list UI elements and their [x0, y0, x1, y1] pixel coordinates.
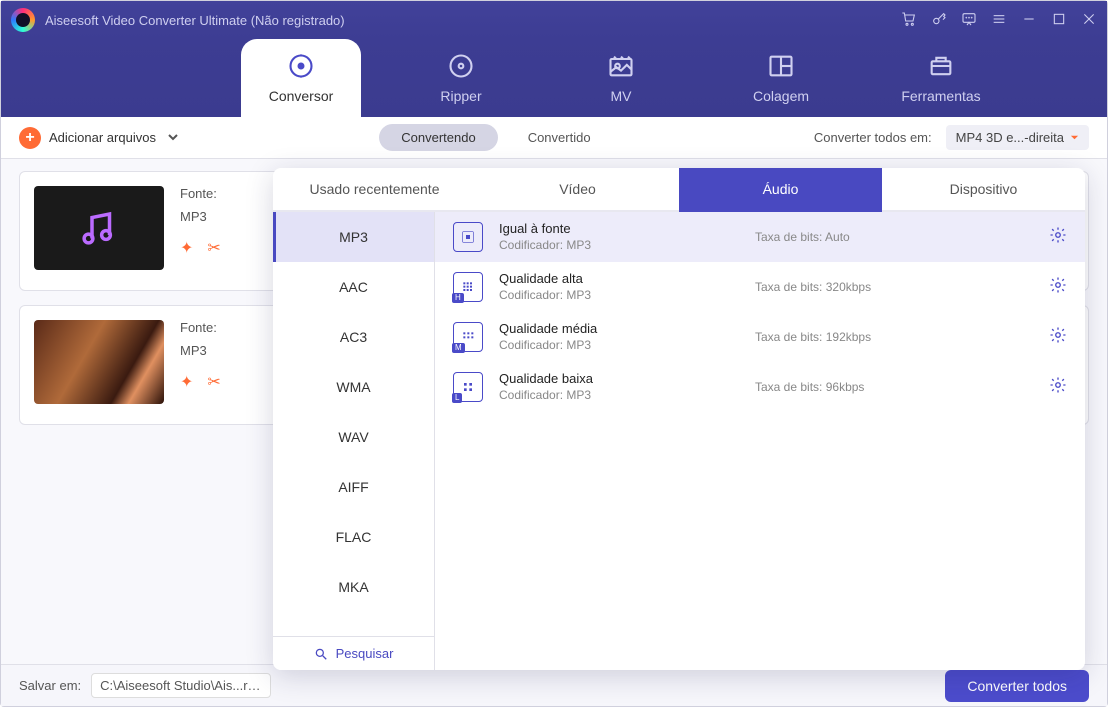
- sidebar-item-ac3[interactable]: AC3: [273, 312, 434, 362]
- chevron-down-icon: [1070, 130, 1079, 145]
- key-icon[interactable]: [931, 11, 947, 30]
- cut-icon[interactable]: ✂: [207, 238, 220, 258]
- sidebar-item-flac[interactable]: FLAC: [273, 512, 434, 562]
- popup-tab-video[interactable]: Vídeo: [476, 168, 679, 210]
- save-path-input[interactable]: C:\Aiseesoft Studio\Ais...rter: [91, 673, 271, 698]
- sidebar-item-wav[interactable]: WAV: [273, 412, 434, 462]
- nav-tab-collage[interactable]: Colagem: [721, 39, 841, 117]
- gear-icon[interactable]: [1049, 276, 1067, 297]
- status-filter: Convertendo Convertido: [375, 124, 616, 151]
- nav-tab-converter[interactable]: Conversor: [241, 39, 361, 117]
- nav-tab-mv[interactable]: MV: [561, 39, 681, 117]
- preset-icon: H: [453, 272, 483, 302]
- preset-row[interactable]: M Qualidade média Codificador: MP3 Taxa …: [435, 312, 1085, 362]
- add-files-label: Adicionar arquivos: [49, 130, 156, 145]
- bottom-bar: Salvar em: C:\Aiseesoft Studio\Ais...rte…: [1, 664, 1107, 706]
- menu-icon[interactable]: [991, 11, 1007, 30]
- minimize-button[interactable]: [1021, 11, 1037, 30]
- gear-icon[interactable]: [1049, 226, 1067, 247]
- cut-icon[interactable]: ✂: [207, 372, 220, 392]
- popup-tab-device[interactable]: Dispositivo: [882, 168, 1085, 210]
- save-in-label: Salvar em:: [19, 678, 81, 693]
- preset-row[interactable]: H Qualidade alta Codificador: MP3 Taxa d…: [435, 262, 1085, 312]
- feedback-icon[interactable]: [961, 11, 977, 30]
- nav-tab-label: Ferramentas: [901, 88, 980, 104]
- nav-tab-tools[interactable]: Ferramentas: [881, 39, 1001, 117]
- format-sidebar: MP3 AAC AC3 WMA WAV AIFF FLAC MKA Pesqui…: [273, 212, 435, 670]
- sidebar-item-wma[interactable]: WMA: [273, 362, 434, 412]
- output-format-select[interactable]: MP4 3D e...-direita: [946, 125, 1089, 150]
- sidebar-item-mp3[interactable]: MP3: [273, 212, 434, 262]
- preset-icon: L: [453, 372, 483, 402]
- toolbar: + Adicionar arquivos Convertendo Convert…: [1, 117, 1107, 159]
- add-files-button[interactable]: + Adicionar arquivos: [19, 127, 178, 149]
- titlebar: Aiseesoft Video Converter Ultimate (Não …: [1, 1, 1107, 39]
- gear-icon[interactable]: [1049, 326, 1067, 347]
- item-format: MP3: [180, 209, 207, 224]
- search-button[interactable]: Pesquisar: [273, 636, 434, 670]
- format-popup: Usado recentemente Vídeo Áudio Dispositi…: [273, 168, 1085, 670]
- thumbnail-audio-icon: [34, 186, 164, 270]
- gear-icon[interactable]: [1049, 376, 1067, 397]
- preset-title: Qualidade alta: [499, 271, 739, 286]
- main-nav: Conversor Ripper MV Colagem Ferramentas: [1, 39, 1107, 117]
- search-label: Pesquisar: [336, 646, 394, 661]
- output-format-value: MP4 3D e...-direita: [956, 130, 1064, 145]
- convert-all-in: Converter todos em: MP4 3D e...-direita: [814, 125, 1089, 150]
- maximize-button[interactable]: [1051, 11, 1067, 30]
- convert-all-button[interactable]: Converter todos: [945, 670, 1089, 702]
- effect-icon[interactable]: ✦: [180, 238, 193, 258]
- chevron-down-icon[interactable]: [168, 130, 178, 145]
- close-button[interactable]: [1081, 11, 1097, 30]
- nav-tab-label: MV: [611, 88, 632, 104]
- source-label: Fonte:: [180, 186, 217, 201]
- preset-title: Qualidade média: [499, 321, 739, 336]
- popup-tabs: Usado recentemente Vídeo Áudio Dispositi…: [273, 168, 1085, 212]
- sidebar-item-aac[interactable]: AAC: [273, 262, 434, 312]
- item-format: MP3: [180, 343, 207, 358]
- app-window: Aiseesoft Video Converter Ultimate (Não …: [0, 0, 1108, 707]
- nav-tab-ripper[interactable]: Ripper: [401, 39, 521, 117]
- pill-converted[interactable]: Convertido: [506, 124, 613, 151]
- thumbnail-video: [34, 320, 164, 404]
- app-logo-icon: [11, 8, 35, 32]
- effect-icon[interactable]: ✦: [180, 372, 193, 392]
- preset-title: Igual à fonte: [499, 221, 739, 236]
- preset-row[interactable]: L Qualidade baixa Codificador: MP3 Taxa …: [435, 362, 1085, 412]
- nav-tab-label: Colagem: [753, 88, 809, 104]
- popup-tab-recent[interactable]: Usado recentemente: [273, 168, 476, 210]
- window-title: Aiseesoft Video Converter Ultimate (Não …: [45, 13, 345, 28]
- nav-tab-label: Ripper: [440, 88, 481, 104]
- convert-all-in-label: Converter todos em:: [814, 130, 932, 145]
- preset-row[interactable]: Igual à fonte Codificador: MP3 Taxa de b…: [435, 212, 1085, 262]
- preset-list: Igual à fonte Codificador: MP3 Taxa de b…: [435, 212, 1085, 670]
- sidebar-item-aiff[interactable]: AIFF: [273, 462, 434, 512]
- sidebar-item-mka[interactable]: MKA: [273, 562, 434, 612]
- source-label: Fonte:: [180, 320, 217, 335]
- nav-tab-label: Conversor: [269, 88, 334, 104]
- preset-icon: [453, 222, 483, 252]
- plus-icon: +: [19, 127, 41, 149]
- preset-title: Qualidade baixa: [499, 371, 739, 386]
- pill-converting[interactable]: Convertendo: [379, 124, 497, 151]
- popup-tab-audio[interactable]: Áudio: [679, 168, 882, 210]
- cart-icon[interactable]: [901, 11, 917, 30]
- preset-icon: M: [453, 322, 483, 352]
